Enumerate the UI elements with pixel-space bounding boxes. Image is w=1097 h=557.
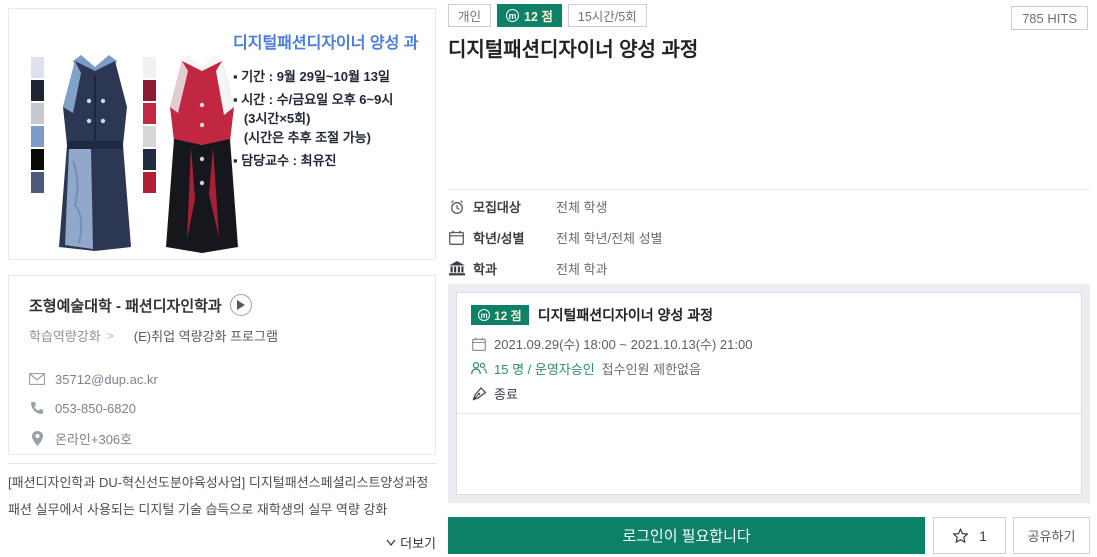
color-swatch: [143, 57, 156, 78]
mail-icon: [29, 371, 45, 387]
contact-phone-row: 053-850-6820: [29, 400, 415, 416]
course-description: [패션디자인학과 DU-혁신선도분야육성사업] 디지털패션스페셜리스트양성과정 …: [8, 469, 436, 523]
department-value: 전체 학과: [556, 259, 607, 278]
mileage-points-badge: m 12 점: [497, 4, 562, 27]
color-swatch: [143, 149, 156, 170]
people-icon: [471, 361, 487, 376]
color-swatch: [143, 103, 156, 124]
session-title: 디지털패션디자이너 양성 과정: [538, 305, 713, 325]
calendar-icon: [471, 336, 487, 351]
phone-icon: [29, 400, 45, 416]
color-swatch: [31, 149, 44, 170]
course-badge-row: 개인 m 12 점 15시간/5회: [448, 4, 647, 27]
hits-counter: 785 HITS: [1011, 6, 1088, 30]
phone-value[interactable]: 053-850-6820: [55, 401, 136, 416]
color-swatch: [31, 80, 44, 101]
session-title-row: m 12 점 디지털패션디자이너 양성 과정: [471, 305, 1067, 325]
poster-title: 디지털패션디자이너 양성 과: [233, 29, 433, 53]
color-swatch: [31, 57, 44, 78]
session-info: m 12 점 디지털패션디자이너 양성 과정 2021.09.29(수) 18:…: [457, 293, 1081, 414]
description-line-1: [패션디자인학과 DU-혁신선도분야육성사업] 디지털패션스페셜리스트양성과정: [8, 469, 436, 496]
poster-text: 디지털패션디자이너 양성 과 ▪ 기간 : 9월 29일~10월 13일 ▪ 시…: [233, 29, 433, 170]
session-empty-area: [457, 414, 1081, 494]
divider: [448, 189, 1090, 190]
location-pin-icon: [29, 431, 45, 447]
play-button[interactable]: [230, 294, 252, 316]
university-icon: [448, 261, 465, 277]
red-coat-illustration: [161, 49, 243, 257]
session-capacity-row: 15 명 / 운영자승인 접수인원 제한없음: [471, 359, 1067, 378]
swatch-column-right: [143, 57, 156, 193]
session-date-range: 2021.09.29(수) 18:00 ~ 2021.10.13(수) 21:0…: [494, 334, 752, 353]
org-title: 조형예술대학 - 패션디자인학과: [29, 295, 222, 316]
poster-line-note: (시간은 추후 조절 가능): [233, 128, 433, 147]
color-swatch: [143, 172, 156, 193]
session-capacity-note: 접수인원 제한없음: [602, 359, 701, 378]
poster-line-sessions: (3시간×5회): [233, 109, 433, 128]
session-card[interactable]: m 12 점 디지털패션디자이너 양성 과정 2021.09.29(수) 18:…: [456, 292, 1082, 495]
page-title: 디지털패션디자이너 양성 과정: [448, 33, 698, 62]
alarm-clock-icon: [448, 199, 465, 215]
color-swatch: [143, 80, 156, 101]
category-link[interactable]: 학습역량강화: [29, 326, 101, 345]
color-swatch: [31, 126, 44, 147]
org-breadcrumb-row: 학습역량강화 > (E)취업 역량강화 프로그램: [29, 326, 415, 345]
grade-gender-row: 학년/성별 전체 학년/전체 성별: [448, 228, 1090, 247]
session-points-badge: m 12 점: [471, 305, 529, 325]
description-line-2: 패션 실무에서 사용되는 디지털 기술 습득으로 재학생의 실무 역량 강화: [8, 496, 436, 523]
course-poster-card[interactable]: 디지털패션디자이너 양성 과 ▪ 기간 : 9월 29일~10월 13일 ▪ 시…: [8, 8, 436, 260]
contact-location-row: 온라인+306호: [29, 429, 415, 448]
target-value: 전체 학생: [556, 197, 607, 216]
color-swatch: [31, 172, 44, 193]
course-detail-page: 디지털패션디자이너 양성 과 ▪ 기간 : 9월 29일~10월 13일 ▪ 시…: [0, 0, 1097, 557]
email-value[interactable]: 35712@dup.ac.kr: [55, 372, 158, 387]
navy-coat-illustration: [51, 49, 139, 257]
share-button[interactable]: 공유하기: [1013, 517, 1090, 554]
session-status: 종료: [494, 384, 518, 403]
show-more-label: 더보기: [400, 533, 436, 552]
target-label: 모집대상: [473, 197, 556, 216]
mileage-m-icon: m: [478, 309, 490, 321]
swatch-column-left: [31, 57, 44, 193]
poster-line-instructor: ▪ 담당교수 : 최유진: [233, 151, 433, 170]
poster-line-time: ▪ 시간 : 수/금요일 오후 6~9시: [233, 90, 433, 109]
contact-list: 35712@dup.ac.kr 053-850-6820 온라인+306호: [29, 371, 415, 448]
target-row: 모집대상 전체 학생: [448, 197, 1090, 216]
location-value: 온라인+306호: [55, 429, 132, 448]
chevron-right-icon: >: [107, 329, 114, 343]
color-swatch: [31, 103, 44, 124]
favorite-count: 1: [979, 528, 987, 544]
session-capacity: 15 명 / 운영자승인: [494, 359, 595, 378]
organization-card: 조형예술대학 - 패션디자인학과 학습역량강화 > (E)취업 역량강화 프로그…: [8, 275, 436, 455]
login-required-button[interactable]: 로그인이 필요합니다: [448, 517, 925, 554]
chevron-down-icon: [386, 539, 396, 546]
color-swatch: [143, 126, 156, 147]
poster-line-period: ▪ 기간 : 9월 29일~10월 13일: [233, 67, 433, 86]
session-date-row: 2021.09.29(수) 18:00 ~ 2021.10.13(수) 21:0…: [471, 334, 1067, 353]
star-icon: [952, 528, 969, 544]
points-label: 12 점: [524, 6, 553, 25]
session-panel: m 12 점 디지털패션디자이너 양성 과정 2021.09.29(수) 18:…: [448, 284, 1090, 503]
contact-email-row: 35712@dup.ac.kr: [29, 371, 415, 387]
hours-badge: 15시간/5회: [568, 4, 647, 27]
divider: [8, 463, 436, 464]
grade-gender-label: 학년/성별: [473, 228, 556, 247]
show-more-button[interactable]: 더보기: [8, 533, 436, 552]
favorite-button[interactable]: 1: [933, 517, 1006, 554]
program-link[interactable]: (E)취업 역량강화 프로그램: [134, 326, 278, 345]
org-title-row: 조형예술대학 - 패션디자인학과: [29, 294, 415, 316]
department-row: 학과 전체 학과: [448, 259, 1090, 278]
grade-gender-value: 전체 학년/전체 성별: [556, 228, 663, 247]
personal-badge: 개인: [448, 4, 491, 27]
play-icon: [236, 300, 245, 310]
session-points-label: 12 점: [494, 307, 522, 324]
mileage-m-icon: m: [506, 9, 519, 22]
course-detail-rows: 모집대상 전체 학생 학년/성별 전체 학년/전체 성별 학과 전체 학과: [448, 197, 1090, 278]
calendar-icon: [448, 230, 465, 246]
session-status-row: 종료: [471, 384, 1067, 403]
pen-icon: [471, 386, 487, 401]
department-label: 학과: [473, 259, 556, 278]
